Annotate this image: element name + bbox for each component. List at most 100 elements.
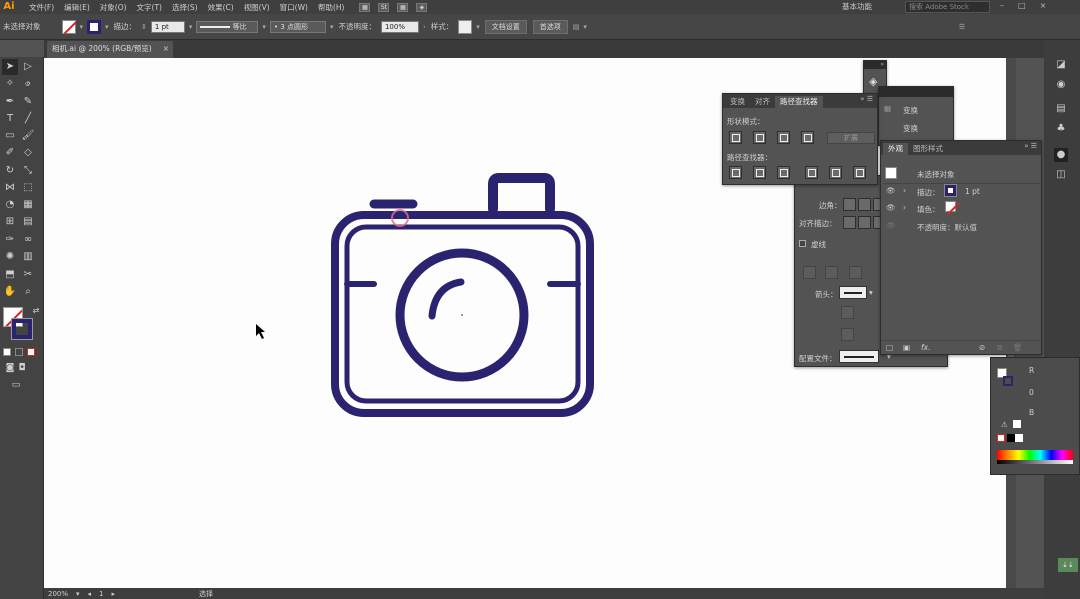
align-center-button[interactable] <box>843 216 856 229</box>
grid-icon[interactable]: ▦ <box>397 2 409 12</box>
eye-icon[interactable]: 👁 <box>886 203 896 212</box>
eyedropper-tool-icon[interactable]: ✑ <box>2 232 18 248</box>
shape-builder-tool-icon[interactable]: ◔ <box>2 197 18 213</box>
layers-icon[interactable]: ◈ <box>869 75 877 88</box>
scale-field[interactable] <box>841 306 854 319</box>
trash-icon[interactable]: 🗑 <box>1013 343 1023 352</box>
minus-front-button[interactable] <box>753 131 766 144</box>
width-tool-icon[interactable]: ⋈ <box>2 180 18 196</box>
swap-icon[interactable]: ⇄ <box>28 303 44 319</box>
white-swatch[interactable] <box>1015 434 1023 442</box>
brush-definition[interactable]: • 3 点圆形 <box>269 20 326 33</box>
chevron-down-icon[interactable]: ▾ <box>262 23 266 31</box>
libraries-icon[interactable]: ▤ <box>1054 102 1068 116</box>
tab-align[interactable]: 对齐 <box>750 96 775 108</box>
symbols-icon[interactable]: ♣ <box>1054 122 1068 136</box>
menu-help[interactable]: 帮助(H) <box>313 2 350 13</box>
appearance-fill-swatch[interactable] <box>945 201 956 212</box>
graphic-style-swatch[interactable] <box>458 19 473 34</box>
tab-graphic-styles[interactable]: 图形样式 <box>908 143 948 155</box>
column-graph-tool-icon[interactable]: ▥ <box>20 249 36 265</box>
menu-edit[interactable]: 编辑(E) <box>59 2 95 13</box>
stroke-color-swatch[interactable] <box>87 19 102 34</box>
workspace-switcher[interactable]: 基本功能 <box>842 1 900 13</box>
chevron-right-icon[interactable]: › <box>903 186 906 195</box>
duplicate-item-icon[interactable]: ⧉ <box>997 343 1002 353</box>
round-join-button[interactable] <box>858 198 871 211</box>
expand-button[interactable]: 扩展 <box>827 132 875 144</box>
none-color-swatch[interactable] <box>997 434 1005 442</box>
add-effect-icon[interactable]: fx. <box>921 343 930 352</box>
chevron-down-icon[interactable]: ▾ <box>105 23 109 31</box>
dashed-checkbox[interactable] <box>799 240 806 247</box>
dash-gap-button[interactable] <box>849 266 862 279</box>
color-spectrum[interactable] <box>997 450 1073 464</box>
perspective-grid-tool-icon[interactable]: ▦ <box>20 197 36 213</box>
color-guide-icon[interactable]: ◉ <box>1054 78 1068 92</box>
tab-transform[interactable]: 变换 <box>725 96 750 108</box>
type-tool-icon[interactable]: T <box>2 111 18 127</box>
align-inside-button[interactable] <box>858 216 871 229</box>
dash-align-button[interactable] <box>825 266 838 279</box>
bridge-icon[interactable]: ▦ <box>359 2 371 12</box>
tab-appearance[interactable]: 外观 <box>883 143 908 155</box>
gpu-icon[interactable]: ◈ <box>416 2 428 12</box>
exclude-button[interactable] <box>801 131 814 144</box>
menu-view[interactable]: 视图(V) <box>239 2 275 13</box>
black-swatch[interactable] <box>1007 434 1015 442</box>
appearance-stroke-swatch[interactable] <box>944 184 957 197</box>
shaper-tool-icon[interactable]: ✐ <box>2 145 18 161</box>
stepper-icon[interactable]: ⇕ <box>141 23 147 31</box>
menu-select[interactable]: 选择(S) <box>167 2 203 13</box>
collapse-icon[interactable]: » <box>864 61 886 69</box>
chevron-down-icon[interactable]: ▾ <box>330 23 334 31</box>
mesh-tool-icon[interactable]: ⊞ <box>2 214 18 230</box>
web-color-swatch[interactable] <box>1013 420 1021 428</box>
opacity-row[interactable]: 不透明度：默认值 <box>917 222 977 233</box>
align-arrow-button[interactable] <box>841 328 854 341</box>
outline-button[interactable] <box>829 166 842 179</box>
close-icon[interactable]: × <box>163 41 169 57</box>
eye-icon[interactable]: 👁 <box>886 221 896 230</box>
artboard-tool-icon[interactable]: ⬒ <box>2 267 18 283</box>
close-icon[interactable]: × <box>1040 1 1047 10</box>
menu-window[interactable]: 窗口(W) <box>275 2 313 13</box>
lasso-tool-icon[interactable]: ဇ <box>20 76 36 92</box>
blend-tool-icon[interactable]: ∞ <box>20 232 36 248</box>
stock-search-input[interactable]: 搜索 Adobe Stock <box>905 1 990 13</box>
color-stroke-swatch[interactable] <box>1003 376 1013 386</box>
rotate-tool-icon[interactable]: ↻ <box>2 163 18 179</box>
intersect-button[interactable] <box>777 131 790 144</box>
selection-tool-icon[interactable]: ➤ <box>2 59 18 75</box>
direct-selection-tool-icon[interactable]: ▷ <box>20 59 36 75</box>
symbol-sprayer-tool-icon[interactable]: ✺ <box>2 249 18 265</box>
out-of-gamut-icon[interactable]: ⚠ <box>1001 420 1008 429</box>
maximize-icon[interactable]: □ <box>1018 1 1026 10</box>
line-tool-icon[interactable]: ╱ <box>20 111 36 127</box>
fill-color-swatch[interactable] <box>61 19 76 34</box>
clear-appearance-icon[interactable]: ⊘ <box>979 343 985 352</box>
chevron-down-icon[interactable]: ▾ <box>189 23 193 31</box>
paintbrush-tool-icon[interactable]: 🖌 <box>20 128 36 144</box>
dash-preserve-button[interactable] <box>803 266 816 279</box>
panel-menu-icon[interactable]: » ☰ <box>860 95 873 103</box>
zoom-tool-icon[interactable]: ⌕ <box>20 284 36 300</box>
crop-button[interactable] <box>805 166 818 179</box>
document-tab[interactable]: 相机.ai @ 200% (RGB/预览) × <box>47 41 173 58</box>
curvature-tool-icon[interactable]: ✎ <box>20 94 36 110</box>
merge-button[interactable] <box>777 166 790 179</box>
opacity-field[interactable]: 100% <box>380 20 419 33</box>
none-mode-icon[interactable] <box>27 348 35 356</box>
free-transform-tool-icon[interactable]: ⬚ <box>20 180 36 196</box>
arrowhead-start-select[interactable] <box>839 286 867 299</box>
chevron-down-icon[interactable]: ▾ <box>476 23 480 31</box>
fill-label[interactable]: 填色： <box>917 204 940 215</box>
appearance-icon[interactable]: ● <box>1054 148 1068 162</box>
chevron-right-icon[interactable]: › <box>903 203 906 212</box>
panel-menu-icon[interactable]: » ☰ <box>1024 142 1037 150</box>
menu-effect[interactable]: 效果(C) <box>203 2 239 13</box>
gradient-mode-icon[interactable] <box>15 348 23 356</box>
zoom-level[interactable]: 200% <box>48 590 68 598</box>
color-mode-icon[interactable] <box>3 348 11 356</box>
minus-back-button[interactable] <box>853 166 866 179</box>
